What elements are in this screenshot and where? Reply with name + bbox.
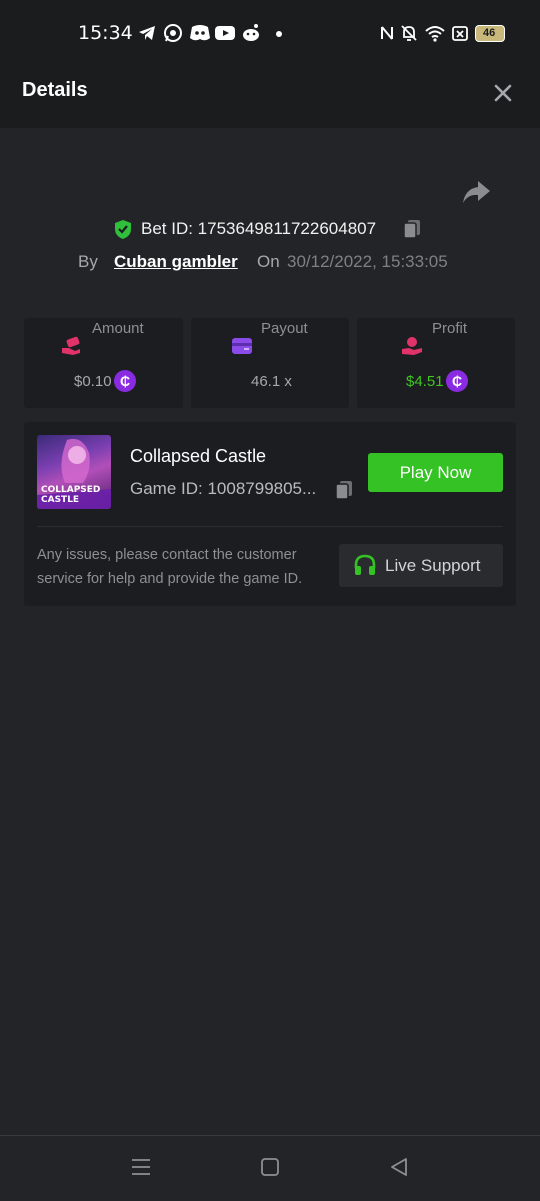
stat-card-profit: Profit $4.51 ₵ (357, 318, 515, 408)
game-card: COLLAPSED CASTLE Collapsed Castle Game I… (24, 422, 516, 606)
on-label: On (257, 252, 280, 271)
card-icon (232, 338, 252, 354)
hand-coin-icon (62, 336, 80, 355)
live-support-button[interactable]: Live Support (339, 544, 503, 587)
play-now-button[interactable]: Play Now (368, 453, 503, 492)
thumb-line-1: COLLAPSED (41, 485, 101, 495)
stat-label: Payout (261, 320, 308, 337)
profit-hand-icon (402, 337, 422, 355)
reddit-icon (243, 24, 259, 41)
telegram-icon (139, 26, 155, 40)
support-hint: Any issues, please contact the customer … (37, 547, 303, 587)
live-support-label: Live Support (385, 556, 481, 575)
bet-id: Bet ID: 1753649811722604807 (141, 219, 377, 238)
bet-author-row: By Cuban gambler On 30/12/2022, 15:33:05 (0, 250, 540, 274)
discord-icon (190, 25, 210, 41)
status-bar: 15:34 46 (0, 0, 540, 56)
dot-icon (276, 31, 282, 37)
copy-icon[interactable] (402, 218, 422, 240)
back-icon[interactable] (388, 1156, 410, 1178)
coin-icon: ₵ (114, 370, 136, 392)
stat-value: $4.51 (406, 373, 444, 390)
stat-value: $0.10 (74, 373, 112, 390)
user-link[interactable]: Cuban gambler (114, 252, 238, 272)
home-icon[interactable] (259, 1156, 281, 1178)
wifi-icon (425, 26, 445, 42)
battery-level: 46 (483, 27, 496, 39)
header: Details (0, 56, 540, 128)
divider (37, 526, 503, 527)
recents-menu-icon[interactable] (131, 1156, 151, 1178)
stat-value: 46.1 x (251, 373, 292, 390)
nfc-icon (381, 26, 393, 40)
sim-x-icon (452, 26, 468, 41)
status-time: 15:34 (78, 22, 133, 44)
bet-datetime: 30/12/2022, 15:33:05 (287, 252, 448, 271)
game-thumb-title: COLLAPSED CASTLE (41, 485, 100, 505)
thumb-line-2: CASTLE (41, 495, 80, 505)
game-id: Game ID: 1008799805... (130, 479, 317, 498)
shield-check-icon (115, 220, 131, 239)
by-label: By (78, 252, 98, 271)
stat-label: Profit (432, 320, 468, 337)
youtube-icon (215, 26, 235, 40)
system-nav-bar (0, 1135, 540, 1201)
share-icon[interactable] (460, 178, 492, 206)
page-title: Details (22, 79, 88, 101)
copy-icon[interactable] (334, 479, 354, 501)
bet-id-row: Bet ID: 1753649811722604807 (0, 216, 540, 242)
close-icon[interactable] (490, 80, 516, 106)
whatsapp-icon (164, 24, 182, 42)
game-thumbnail[interactable]: COLLAPSED CASTLE (37, 435, 111, 509)
headset-icon (354, 554, 376, 575)
stat-label: Amount (92, 320, 144, 337)
battery-icon: 46 (475, 25, 505, 42)
coin-icon: ₵ (446, 370, 468, 392)
game-name: Collapsed Castle (130, 446, 267, 466)
bell-off-icon (401, 25, 417, 41)
stat-card-amount: Amount $0.10 ₵ (24, 318, 183, 408)
stat-card-payout: Payout 46.1 x (191, 318, 349, 408)
